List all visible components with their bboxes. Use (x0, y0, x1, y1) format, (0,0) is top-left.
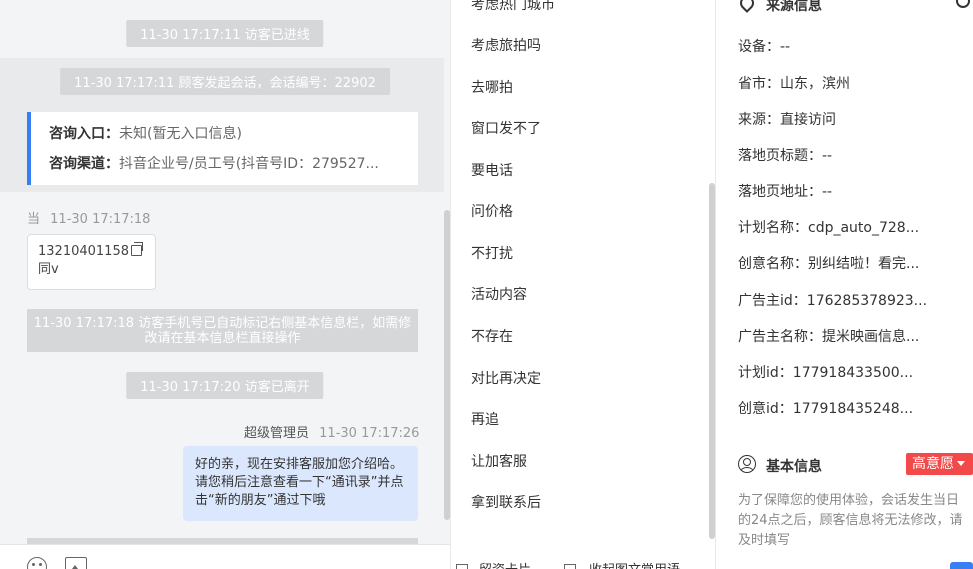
visitor-phone: 13210401158 (38, 244, 129, 259)
chat-messages: 11-30 17:17:11 访客已进线 11-30 17:17:11 顾客发起… (0, 0, 450, 546)
chat-input-toolbar (0, 544, 450, 569)
source-field-landing-title: 落地页标题：-- (738, 148, 833, 164)
source-field-plan-id: 计划id：177918433500... (738, 365, 914, 381)
edit-deadline-notice: 为了保障您的使用体验，会话发生当日的24点之后，顾客信息将无法修改，请及时填写 (738, 493, 963, 548)
quick-reply-panel: 考虑热门城市 考虑旅拍吗 去哪拍 窗口发不了 要电话 问价格 不打扰 活动内容 … (450, 0, 716, 569)
emoji-icon[interactable] (27, 557, 47, 569)
agent-message-bubble: 好的亲，现在安排客服加您介绍哈。请您稍后注意查看一下“通讯录”并点击“新的朋友”… (183, 446, 418, 521)
source-field-plan-name: 计划名称：cdp_auto_728... (738, 220, 920, 236)
image-icon[interactable] (65, 557, 87, 569)
quick-reply-item[interactable]: 对比再决定 (471, 368, 541, 388)
inquiry-channel-row: 咨询渠道：抖音企业号/员工号(抖音号ID：279527... (49, 154, 400, 184)
visitor-message-text: 同v (38, 262, 59, 277)
quick-reply-item[interactable]: 窗口发不了 (471, 118, 541, 138)
system-event-session-started: 11-30 17:17:11 顾客发起会话，会话编号：22902 (60, 68, 390, 95)
basic-info-title: 基本信息 (766, 459, 822, 475)
inquiry-entry-value: 未知(暂无入口信息) (119, 126, 242, 142)
intent-level-dropdown[interactable]: 高意愿 (906, 453, 973, 475)
quick-reply-scrollbar[interactable] (709, 183, 715, 539)
agent-message-time: 11-30 17:17:26 (319, 426, 420, 441)
source-info-title: 来源信息 (766, 0, 822, 14)
source-field-advertiser-name: 广告主名称：提米映画信息... (738, 329, 920, 345)
quick-reply-item[interactable]: 考虑热门城市 (471, 0, 555, 14)
quick-reply-item[interactable]: 再追 (471, 409, 499, 429)
agent-name: 超级管理员 (244, 426, 310, 441)
source-field-advertiser-id: 广告主id：176285378923... (738, 293, 928, 309)
visitor-message-meta: 当 11-30 17:17:18 (27, 208, 150, 227)
visitor-message-time: 11-30 17:17:18 (50, 212, 151, 227)
agent-message-meta: 超级管理员 11-30 17:17:26 (244, 422, 419, 441)
collapse-phrases-button[interactable]: 收起图文常用语 (589, 559, 680, 569)
quick-reply-item[interactable]: 考虑旅拍吗 (471, 35, 541, 55)
source-field-creative-id: 创意id：177918435248... (738, 401, 914, 417)
save-button[interactable] (950, 562, 973, 569)
source-field-creative-name: 创意名称：别纠结啦！看完... (738, 256, 920, 272)
caret-down-icon (957, 461, 965, 466)
quick-reply-item[interactable]: 要电话 (471, 160, 513, 180)
lead-card-button[interactable]: 留资卡片 (479, 559, 531, 569)
card-icon (456, 564, 468, 569)
location-pin-icon (737, 0, 757, 13)
quick-reply-item[interactable]: 问价格 (471, 201, 513, 221)
quick-reply-item[interactable]: 让加客服 (471, 451, 527, 471)
system-event-phone-marked: 11-30 17:17:18 访客手机号已自动标记右侧基本信息栏，如需修改请在基… (27, 309, 418, 352)
intent-level-label: 高意愿 (912, 456, 954, 472)
source-field-landing-url: 落地页地址：-- (738, 184, 833, 200)
source-field-region: 省市：山东，滨州 (738, 76, 850, 92)
chat-panel: 11-30 17:17:11 访客已进线 11-30 17:17:11 顾客发起… (0, 0, 450, 569)
visitor-name: 当 (27, 212, 41, 227)
user-icon (738, 455, 756, 473)
collapse-icon (564, 564, 576, 569)
inquiry-channel-label: 咨询渠道： (49, 156, 119, 172)
inquiry-channel-value: 抖音企业号/员工号(抖音号ID：279527... (119, 156, 379, 172)
quick-reply-item[interactable]: 去哪拍 (471, 77, 513, 97)
visitor-message: 13210401158 同v (27, 234, 156, 290)
system-event-visitor-entered: 11-30 17:17:11 访客已进线 (126, 20, 324, 47)
quick-reply-item[interactable]: 不存在 (471, 326, 513, 346)
quick-reply-item[interactable]: 不打扰 (471, 243, 513, 263)
visitor-phone-row: 13210401158 (38, 242, 145, 261)
source-field-source: 来源：直接访问 (738, 112, 836, 128)
quick-reply-footer: 留资卡片 收起图文常用语 (451, 556, 715, 569)
inquiry-entry-label: 咨询入口： (49, 126, 119, 142)
visitor-info-panel: 来源信息 设备：-- 省市：山东，滨州 来源：直接访问 落地页标题：-- 落地页… (716, 0, 973, 569)
inquiry-info-card: 咨询入口：未知(暂无入口信息) 咨询渠道：抖音企业号/员工号(抖音号ID：279… (27, 112, 418, 185)
quick-reply-item[interactable]: 活动内容 (471, 284, 527, 304)
inquiry-entry-row: 咨询入口：未知(暂无入口信息) (49, 124, 400, 154)
quick-reply-item[interactable]: 拿到联系后 (471, 492, 541, 512)
copy-icon[interactable] (130, 242, 143, 256)
settings-icon[interactable] (956, 0, 970, 8)
source-field-device: 设备：-- (738, 39, 791, 55)
system-event-visitor-left: 11-30 17:17:20 访客已离开 (126, 372, 324, 399)
